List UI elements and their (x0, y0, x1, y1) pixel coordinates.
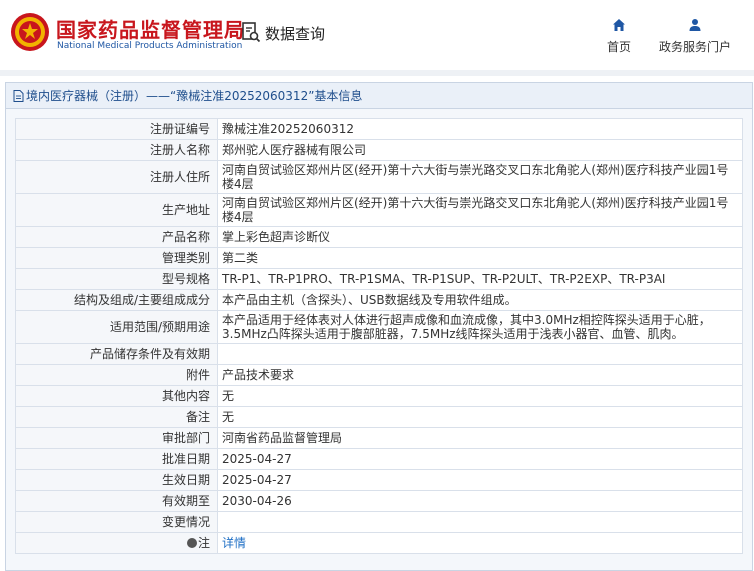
data-query-label: 数据查询 (265, 24, 326, 43)
row-value: 郑州驼人医疗器械有限公司 (217, 139, 743, 161)
row-value: 河南省药品监督管理局 (217, 427, 743, 449)
document-search-icon (242, 22, 261, 43)
table-row: 适用范围/预期用途 本产品适用于经体表对人体进行超声成像和血流成像，其中3.0M… (15, 310, 743, 344)
row-value: 本产品适用于经体表对人体进行超声成像和血流成像，其中3.0MHz相控阵探头适用于… (217, 310, 743, 344)
row-value: 产品技术要求 (217, 364, 743, 386)
info-table-wrapper: 注册证编号 豫械注准20252060312 注册人名称 郑州驼人医疗器械有限公司… (15, 118, 743, 554)
table-row: 批准日期 2025-04-27 (15, 448, 743, 470)
row-label: 批准日期 (15, 448, 218, 470)
row-value: 无 (217, 385, 743, 407)
home-icon (613, 19, 625, 31)
table-row: 其他内容 无 (15, 385, 743, 407)
row-value: 本产品由主机（含探头）、USB数据线及专用软件组成。 (217, 289, 743, 311)
table-row: 结构及组成/主要组成成分 本产品由主机（含探头）、USB数据线及专用软件组成。 (15, 289, 743, 311)
brand-name-en[interactable]: National Medical Products Administration (57, 41, 242, 51)
row-label: 审批部门 (15, 427, 218, 449)
row-value: 掌上彩色超声诊断仪 (217, 226, 743, 248)
info-table: 注册证编号 豫械注准20252060312 注册人名称 郑州驼人医疗器械有限公司… (15, 118, 743, 554)
row-label: 产品储存条件及有效期 (15, 343, 218, 365)
row-label: 生效日期 (15, 469, 218, 491)
row-label: 其他内容 (15, 385, 218, 407)
row-value: 河南自贸试验区郑州片区(经开)第十六大街与崇光路交叉口东北角驼人(郑州)医疗科技… (217, 160, 743, 194)
note-label-text: 注 (197, 536, 210, 550)
nav-service-portal-label: 政务服务门户 (658, 40, 731, 54)
row-value (217, 343, 743, 365)
table-row: 产品储存条件及有效期 (15, 343, 743, 365)
table-row: 注册证编号 豫械注准20252060312 (15, 118, 743, 140)
table-row: 管理类别 第二类 (15, 247, 743, 269)
header-divider (0, 70, 754, 76)
row-label: 管理类别 (15, 247, 218, 269)
row-label: 注册人住所 (15, 160, 218, 194)
table-row: 型号规格 TR-P1、TR-P1PRO、TR-P1SMA、TR-P1SUP、TR… (15, 268, 743, 290)
row-label: 型号规格 (15, 268, 218, 290)
table-row-note: 注 详情 (15, 532, 743, 554)
row-label: 备注 (15, 406, 218, 428)
nav-service-portal[interactable]: 政务服务门户 (655, 18, 735, 55)
panel-title-text: 境内医疗器械（注册）——“豫械注准20252060312”基本信息 (26, 88, 363, 103)
row-value: 无 (217, 406, 743, 428)
table-row: 产品名称 掌上彩色超声诊断仪 (15, 226, 743, 248)
note-label: 注 (15, 532, 218, 554)
row-value: 2030-04-26 (217, 490, 743, 512)
brand-name-cn[interactable]: 国家药品监督管理局 (56, 14, 245, 43)
row-value: 河南自贸试验区郑州片区(经开)第十六大街与崇光路交叉口东北角驼人(郑州)医疗科技… (217, 193, 743, 227)
row-label: 生产地址 (15, 193, 218, 227)
table-row: 附件 产品技术要求 (15, 364, 743, 386)
row-label: 有效期至 (15, 490, 218, 512)
table-row: 生效日期 2025-04-27 (15, 469, 743, 491)
table-row: 变更情况 (15, 511, 743, 533)
row-value: 2025-04-27 (217, 469, 743, 491)
row-value: 豫械注准20252060312 (217, 118, 743, 140)
row-value (217, 511, 743, 533)
nav-home[interactable]: 首页 (604, 18, 634, 55)
detail-panel: 境内医疗器械（注册）——“豫械注准20252060312”基本信息 注册证编号 … (5, 82, 753, 571)
data-query-link[interactable]: 数据查询 (241, 22, 325, 44)
nmpa-emblem-icon (11, 13, 49, 51)
row-value: 第二类 (217, 247, 743, 269)
table-row: 备注 无 (15, 406, 743, 428)
document-icon (13, 89, 24, 102)
table-row: 有效期至 2030-04-26 (15, 490, 743, 512)
details-link[interactable]: 详情 (222, 536, 246, 550)
table-row: 审批部门 河南省药品监督管理局 (15, 427, 743, 449)
row-label: 附件 (15, 364, 218, 386)
note-value: 详情 (217, 532, 743, 554)
user-icon (689, 19, 701, 31)
row-label: 注册人名称 (15, 139, 218, 161)
table-row: 生产地址 河南自贸试验区郑州片区(经开)第十六大街与崇光路交叉口东北角驼人(郑州… (15, 193, 743, 227)
row-label: 注册证编号 (15, 118, 218, 140)
row-label: 结构及组成/主要组成成分 (15, 289, 218, 311)
table-row: 注册人住所 河南自贸试验区郑州片区(经开)第十六大街与崇光路交叉口东北角驼人(郑… (15, 160, 743, 194)
row-label: 产品名称 (15, 226, 218, 248)
info-bulb-icon (186, 538, 197, 548)
table-row: 注册人名称 郑州驼人医疗器械有限公司 (15, 139, 743, 161)
row-value: TR-P1、TR-P1PRO、TR-P1SMA、TR-P1SUP、TR-P2UL… (217, 268, 743, 290)
site-header: 国家药品监督管理局 National Medical Products Admi… (0, 0, 754, 70)
nav-home-label: 首页 (606, 40, 631, 54)
row-label: 适用范围/预期用途 (15, 310, 218, 344)
row-value: 2025-04-27 (217, 448, 743, 470)
row-label: 变更情况 (15, 511, 218, 533)
panel-title: 境内医疗器械（注册）——“豫械注准20252060312”基本信息 (6, 83, 752, 109)
